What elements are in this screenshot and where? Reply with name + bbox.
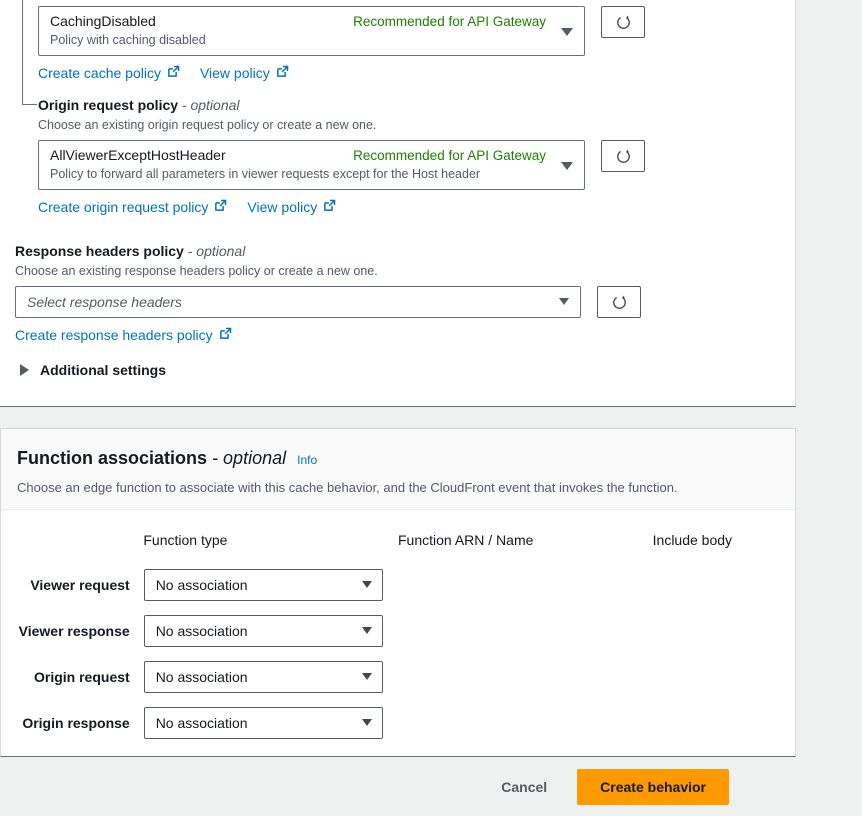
origin-response-function-type-value: No association (155, 715, 248, 731)
origin-response-function-type-select[interactable]: No association (143, 707, 383, 739)
view-cache-policy-label: View policy (199, 65, 270, 81)
origin-request-policy-recommended-tag: Recommended for API Gateway (353, 148, 546, 163)
row-label-origin-response: Origin response (22, 715, 130, 731)
chevron-down-icon (361, 719, 372, 726)
response-headers-policy-description: Choose an existing response headers poli… (15, 264, 378, 278)
indent-guide-tick (22, 104, 37, 105)
view-origin-request-policy-label: View policy (247, 199, 318, 215)
function-associations-title-text: Function associations (17, 448, 208, 468)
create-origin-request-policy-link[interactable]: Create origin request policy (38, 199, 227, 215)
external-link-icon (323, 199, 336, 215)
cache-policy-select[interactable]: CachingDisabled Recommended for API Gate… (38, 6, 585, 56)
cache-policy-selected-description: Policy with caching disabled (50, 33, 206, 47)
indent-guide-line (22, 0, 23, 105)
table-row: Origin response No association (17, 700, 779, 746)
response-headers-policy-label: Response headers policy - optional (15, 242, 641, 260)
function-associations-header: Function associations - optional Info Ch… (1, 429, 795, 510)
viewer-request-function-type-select[interactable]: No association (143, 569, 383, 601)
origin-request-function-type-select[interactable]: No association (143, 661, 383, 693)
column-header-function-arn: Function ARN / Name (398, 532, 534, 548)
cancel-button[interactable]: Cancel (487, 771, 561, 803)
chevron-down-icon (361, 673, 372, 680)
response-headers-policy-label-text: Response headers policy (15, 243, 184, 259)
refresh-icon (616, 14, 630, 29)
origin-request-policy-links: Create origin request policy View policy (38, 199, 645, 215)
table-header-row: Function type Function ARN / Name Includ… (17, 510, 779, 548)
table-row: Viewer request No association (17, 562, 779, 608)
viewer-request-function-type-value: No association (155, 577, 248, 593)
origin-request-function-type-value: No association (155, 669, 248, 685)
external-link-icon (214, 199, 227, 215)
external-link-icon (167, 65, 180, 81)
table-row: Origin request No association (17, 654, 779, 700)
origin-request-policy-selected-description: Policy to forward all parameters in view… (50, 167, 481, 181)
response-headers-policy-field: Response headers policy - optional Choos… (15, 242, 641, 343)
create-behavior-button[interactable]: Create behavior (577, 769, 729, 805)
response-headers-policy-optional: - optional (187, 243, 246, 259)
origin-request-policy-select[interactable]: AllViewerExceptHostHeader Recommended fo… (38, 140, 585, 190)
cache-policy-links: Create cache policy View policy (38, 65, 645, 81)
view-origin-request-policy-link[interactable]: View policy (247, 199, 336, 215)
function-associations-panel: Function associations - optional Info Ch… (0, 428, 796, 757)
response-headers-policy-refresh-button[interactable] (597, 286, 641, 318)
refresh-icon (616, 148, 630, 163)
response-headers-policy-select[interactable]: Select response headers (15, 286, 581, 318)
viewer-response-function-type-value: No association (155, 623, 248, 639)
row-label-origin-request: Origin request (34, 669, 130, 685)
additional-settings-label: Additional settings (40, 362, 166, 378)
external-link-icon (276, 65, 289, 81)
origin-request-policy-description: Choose an existing origin request policy… (38, 118, 377, 132)
create-cache-policy-link[interactable]: Create cache policy (38, 65, 180, 81)
refresh-icon (612, 294, 626, 309)
create-response-headers-policy-link[interactable]: Create response headers policy (15, 327, 232, 343)
cache-policy-recommended-tag: Recommended for API Gateway (353, 14, 546, 29)
origin-request-policy-label-text: Origin request policy (38, 97, 179, 113)
triangle-right-icon (20, 364, 29, 376)
view-cache-policy-link[interactable]: View policy (200, 65, 289, 81)
chevron-down-icon (561, 162, 573, 170)
cache-policy-refresh-button[interactable] (601, 6, 645, 38)
create-origin-request-policy-label: Create origin request policy (38, 199, 209, 215)
chevron-down-icon (361, 581, 372, 588)
cache-policy-selected-name: CachingDisabled (50, 13, 156, 29)
column-header-include-body: Include body (652, 532, 733, 548)
origin-request-policy-field: Origin request policy - optional Choose … (38, 96, 645, 215)
row-label-viewer-response: Viewer response (18, 623, 130, 639)
table-row: Viewer response No association (17, 608, 779, 654)
origin-request-policy-refresh-button[interactable] (601, 140, 645, 172)
response-headers-policy-placeholder: Select response headers (27, 294, 182, 310)
additional-settings-expander[interactable]: Additional settings (20, 362, 166, 378)
origin-request-policy-selected-name: AllViewerExceptHostHeader (50, 147, 226, 163)
chevron-down-icon (559, 298, 569, 305)
function-associations-optional: - optional (212, 448, 287, 468)
cache-policy-field: CachingDisabled Recommended for API Gate… (38, 0, 645, 81)
function-associations-table: Function type Function ARN / Name Includ… (1, 510, 795, 746)
function-associations-title: Function associations - optional Info (17, 447, 779, 471)
create-cache-policy-label: Create cache policy (38, 65, 161, 81)
row-label-viewer-request: Viewer request (30, 577, 130, 593)
response-headers-policy-links: Create response headers policy (15, 327, 641, 343)
external-link-icon (219, 327, 232, 343)
column-header-function-type: Function type (143, 532, 228, 548)
cache-settings-panel: CachingDisabled Recommended for API Gate… (0, 0, 796, 407)
chevron-down-icon (361, 627, 372, 634)
chevron-down-icon (561, 28, 573, 36)
info-link[interactable]: Info (297, 453, 317, 467)
form-footer: Cancel Create behavior (0, 758, 796, 816)
viewer-response-function-type-select[interactable]: No association (143, 615, 383, 647)
origin-request-policy-optional: - optional (181, 97, 240, 113)
origin-request-policy-label: Origin request policy - optional (38, 96, 645, 114)
function-associations-subtitle: Choose an edge function to associate wit… (17, 480, 678, 495)
create-response-headers-policy-label: Create response headers policy (15, 327, 213, 343)
